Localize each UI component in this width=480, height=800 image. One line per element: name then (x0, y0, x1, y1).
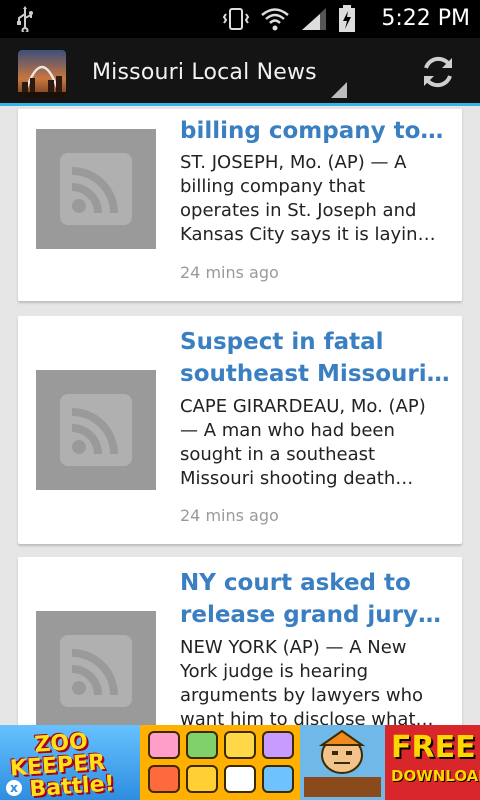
ad-game-logo[interactable]: ZOO KEEPER Battle! x (0, 725, 140, 800)
ad-free-download-button[interactable]: FREE DOWNLOAD (385, 725, 480, 800)
critter-icon (148, 731, 180, 759)
critter-icon (224, 731, 256, 759)
signal-icon (302, 8, 326, 30)
article-card[interactable]: NY court asked to release grand jury… NE… (18, 557, 462, 725)
article-headline[interactable]: Suspect in fatal southeast Missouri… (180, 326, 452, 390)
rss-feed-icon (36, 611, 156, 725)
ad-critters-image (140, 725, 300, 800)
status-bar: 5:22 PM (0, 0, 480, 38)
app-title[interactable]: Missouri Local News (92, 60, 317, 85)
critter-icon (224, 765, 256, 793)
article-headline[interactable]: NY court asked to release grand jury… (180, 567, 452, 631)
article-list[interactable]: billing company to… ST. JOSEPH, Mo. (AP)… (0, 109, 480, 725)
rss-feed-icon (36, 129, 156, 249)
usb-icon (17, 6, 33, 32)
critter-icon (186, 765, 218, 793)
status-time: 5:22 PM (381, 6, 470, 31)
article-card[interactable]: billing company to… ST. JOSEPH, Mo. (AP)… (18, 109, 462, 301)
ad-zookeeper-character (300, 725, 385, 800)
critter-icon (262, 765, 294, 793)
refresh-icon[interactable] (418, 52, 458, 92)
battery-charging-icon (339, 5, 355, 32)
article-timestamp: 24 mins ago (180, 506, 279, 525)
article-timestamp: 24 mins ago (180, 263, 279, 282)
article-headline[interactable]: billing company to… (180, 115, 452, 147)
ad-game-title: ZOO KEEPER Battle! (9, 729, 116, 800)
action-bar: Missouri Local News (0, 38, 480, 106)
critter-icon (148, 765, 180, 793)
article-snippet: CAPE GIRARDEAU, Mo. (AP) — A man who had… (180, 396, 426, 489)
dropdown-indicator-icon[interactable] (331, 82, 347, 98)
rss-feed-icon (36, 370, 156, 490)
critter-icon (262, 731, 294, 759)
article-card[interactable]: Suspect in fatal southeast Missouri… CAP… (18, 316, 462, 544)
critter-icon (186, 731, 218, 759)
wifi-icon (261, 8, 289, 31)
vibrate-icon (222, 8, 250, 30)
ad-close-icon[interactable]: x (6, 780, 22, 796)
st-louis-arch-icon[interactable] (18, 50, 66, 98)
article-snippet: ST. JOSEPH, Mo. (AP) — A billing company… (180, 152, 436, 245)
ad-banner[interactable]: ZOO KEEPER Battle! x FREE DOWNLOAD (0, 725, 480, 800)
article-snippet: NEW YORK (AP) — A New York judge is hear… (180, 637, 434, 725)
